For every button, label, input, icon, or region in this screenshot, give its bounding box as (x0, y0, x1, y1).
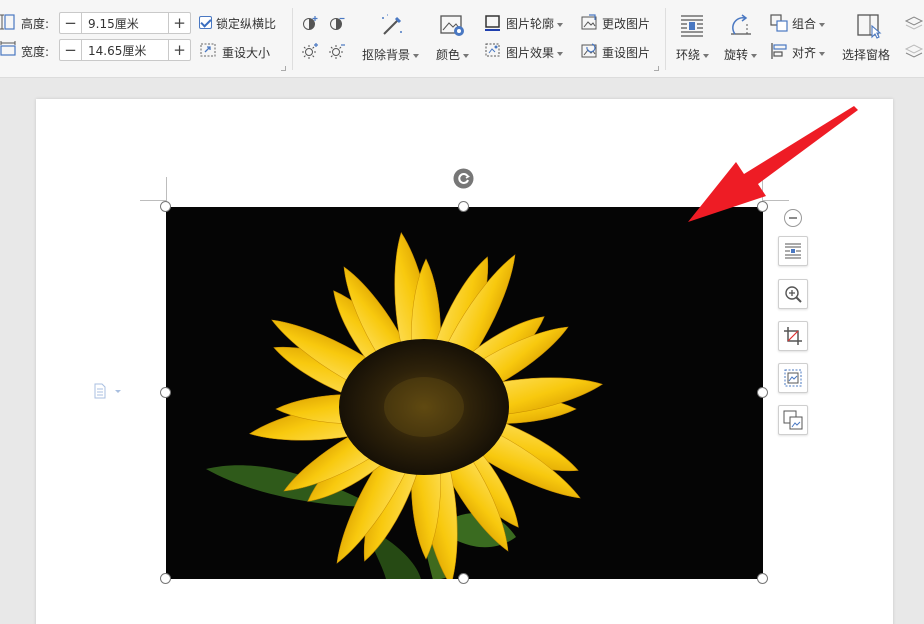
group-icon (770, 14, 788, 32)
crop-icon (784, 327, 802, 345)
bring-forward-icon[interactable] (904, 14, 924, 32)
width-increase-button[interactable]: + (168, 40, 190, 60)
width-icon (0, 41, 16, 56)
picture-group-launcher-icon[interactable] (654, 66, 659, 71)
width-decrease-button[interactable]: − (60, 40, 82, 60)
replace-image-icon (783, 410, 803, 430)
reset-size-button[interactable]: 重设大小 (222, 44, 270, 61)
change-picture-icon (581, 14, 597, 30)
size-group-launcher-icon[interactable] (281, 66, 286, 71)
resize-handle-top[interactable] (458, 201, 469, 212)
image-to-text-button[interactable] (778, 363, 808, 393)
contrast-decrease-icon[interactable] (328, 14, 348, 32)
resize-handle-right[interactable] (757, 387, 768, 398)
send-backward-icon[interactable] (904, 42, 924, 60)
annotation-arrow-icon (688, 106, 858, 222)
zoom-image-button[interactable] (778, 279, 808, 309)
zoom-in-icon (785, 286, 802, 303)
wrap-button[interactable]: 环绕 (676, 46, 710, 63)
separator (292, 8, 293, 70)
separator (665, 8, 666, 70)
height-input[interactable]: 9.15厘米 (82, 13, 168, 33)
height-increase-button[interactable]: + (168, 13, 190, 33)
align-button[interactable]: 对齐 (792, 44, 826, 61)
ribbon-toolbar: 高度: − 9.15厘米 + 宽度: − 14.65厘米 + 锁定纵横比 重设大… (0, 0, 924, 78)
brightness-decrease-icon[interactable] (328, 42, 348, 60)
width-input[interactable]: 14.65厘米 (82, 40, 168, 60)
picture-outline-icon (485, 15, 500, 31)
sunflower-image[interactable] (166, 207, 763, 579)
replace-image-button[interactable] (778, 405, 808, 435)
resize-handle-bottom-left[interactable] (160, 573, 171, 584)
contrast-increase-icon[interactable] (301, 14, 321, 32)
brightness-increase-icon[interactable] (301, 42, 321, 60)
reset-size-icon (200, 43, 216, 57)
width-stepper[interactable]: − 14.65厘米 + (59, 39, 191, 61)
align-icon (771, 43, 787, 59)
remove-background-icon (382, 14, 402, 35)
text-wrap-icon (681, 15, 703, 37)
text-wrap-icon (785, 243, 801, 259)
height-label: 高度: (21, 17, 50, 31)
remove-background-button[interactable]: 抠除背景 (362, 46, 420, 63)
picture-outline-button[interactable]: 图片轮廓 (506, 15, 564, 32)
rotate-icon (731, 14, 751, 35)
height-stepper[interactable]: − 9.15厘米 + (59, 12, 191, 34)
resize-handle-bottom[interactable] (458, 573, 469, 584)
crop-button[interactable] (778, 321, 808, 351)
selection-pane-button[interactable]: 选择窗格 (842, 46, 890, 63)
layout-options-button[interactable] (778, 236, 808, 266)
color-button[interactable]: 颜色 (436, 46, 470, 63)
group-button[interactable]: 组合 (792, 15, 826, 32)
width-label: 宽度: (21, 45, 50, 59)
image-extract-icon (784, 369, 802, 387)
selection-pane-icon (857, 14, 882, 39)
picture-effects-button[interactable]: 图片效果 (506, 44, 564, 61)
resize-handle-left[interactable] (160, 387, 171, 398)
reset-picture-button[interactable]: 重设图片 (602, 44, 650, 61)
rotate-handle-icon[interactable] (453, 168, 474, 189)
height-icon (0, 14, 15, 30)
rotate-button[interactable]: 旋转 (724, 46, 758, 63)
paragraph-layout-icon[interactable] (94, 383, 124, 399)
lock-aspect-label[interactable]: 锁定纵横比 (216, 15, 276, 32)
resize-handle-bottom-right[interactable] (757, 573, 768, 584)
lock-aspect-checkbox[interactable] (199, 16, 212, 29)
color-icon (440, 15, 464, 36)
resize-handle-top-left[interactable] (160, 201, 171, 212)
picture-effects-icon (485, 43, 500, 57)
reset-picture-icon (581, 43, 597, 58)
change-picture-button[interactable]: 更改图片 (602, 15, 650, 32)
height-decrease-button[interactable]: − (60, 13, 82, 33)
